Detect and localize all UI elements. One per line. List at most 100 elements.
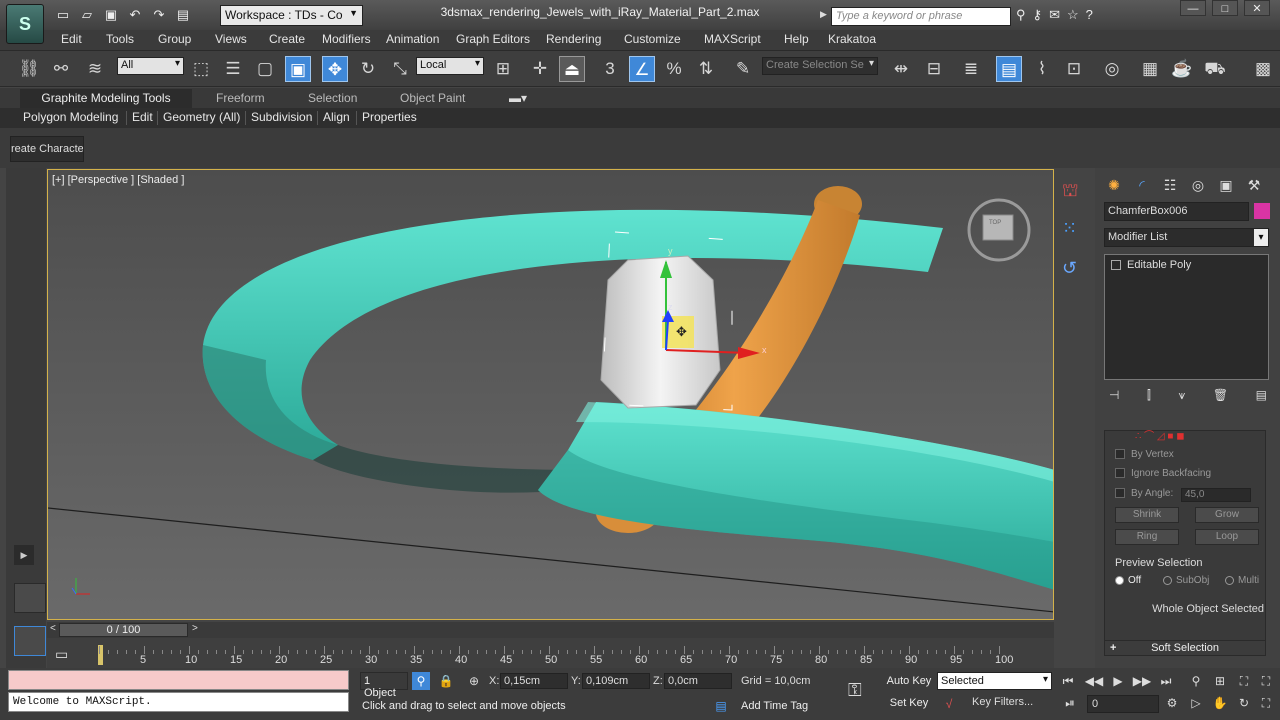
key-mode-toggle-icon[interactable]: ⏯ bbox=[1060, 696, 1080, 711]
create-character-button[interactable]: reate Characte bbox=[10, 136, 84, 162]
field-of-view-icon[interactable]: ▷ bbox=[1186, 696, 1206, 710]
y-coordinate-input[interactable]: 0,109cm bbox=[582, 673, 650, 689]
ribbon-options-icon[interactable]: ▬▾ bbox=[509, 91, 527, 105]
search-expand-icon[interactable]: ▶ bbox=[820, 9, 827, 20]
maximize-viewport-icon[interactable]: ⛶ bbox=[1256, 696, 1276, 711]
shrink-button[interactable]: Shrink bbox=[1115, 507, 1179, 523]
add-time-tag-button[interactable]: Add Time Tag bbox=[741, 700, 808, 712]
preview-subobj-radio[interactable]: SubObj bbox=[1163, 575, 1209, 586]
reference-coordinate-dropdown[interactable]: Local bbox=[416, 57, 484, 75]
make-unique-icon[interactable]: ⩛ bbox=[1178, 388, 1185, 403]
auto-key-button[interactable]: Auto Key bbox=[886, 672, 932, 690]
show-end-result-icon[interactable]: ⫿ bbox=[1147, 388, 1151, 403]
x-coordinate-input[interactable]: 0,15cm bbox=[500, 673, 568, 689]
link-icon[interactable]: ⛓ bbox=[16, 56, 42, 82]
menu-customize[interactable]: Customize bbox=[624, 32, 681, 46]
time-prev-arrow-icon[interactable]: < bbox=[50, 623, 56, 634]
bind-space-warp-icon[interactable]: ≋ bbox=[82, 56, 108, 82]
stack-item-editable-poly[interactable]: Editable Poly bbox=[1111, 259, 1191, 271]
track-bar-menu-icon[interactable]: ▭ bbox=[55, 646, 68, 663]
render-setup-icon[interactable]: ▦ bbox=[1137, 56, 1163, 82]
menu-tools[interactable]: Tools bbox=[106, 32, 134, 46]
by-vertex-checkbox[interactable]: By Vertex bbox=[1115, 449, 1174, 460]
key-icon[interactable]: ⚿ bbox=[848, 680, 862, 701]
panel-align[interactable]: Align bbox=[323, 110, 350, 124]
named-selection-dropdown[interactable]: Create Selection Se bbox=[762, 57, 878, 75]
favorites-star-icon[interactable]: ☆ bbox=[1067, 7, 1079, 23]
left-dock-slot-active[interactable] bbox=[14, 626, 46, 656]
minimize-icon[interactable]: — bbox=[1180, 0, 1206, 16]
unlink-icon[interactable]: ⚯ bbox=[48, 56, 74, 82]
ring-button[interactable]: Ring bbox=[1115, 529, 1179, 545]
rendered-frame-window-icon[interactable]: ☕ bbox=[1169, 56, 1195, 82]
window-crossing-icon[interactable]: ▣ bbox=[285, 56, 311, 82]
selection-lock-icon[interactable]: 🔒 bbox=[437, 672, 455, 690]
tab-selection[interactable]: Selection bbox=[308, 91, 357, 105]
refresh-icon[interactable]: ↺ bbox=[1062, 258, 1077, 279]
menu-create[interactable]: Create bbox=[269, 32, 305, 46]
set-key-button[interactable]: Set Key bbox=[886, 694, 932, 712]
subobject-level-icons[interactable]: ∴ ⌒ ◿ ■ ◼ bbox=[1135, 427, 1185, 442]
soft-selection-rollout[interactable]: + Soft Selection bbox=[1104, 640, 1266, 656]
menu-edit[interactable]: Edit bbox=[61, 32, 82, 46]
hierarchy-tab-icon[interactable]: ☷ bbox=[1159, 174, 1181, 196]
edit-named-selection-icon[interactable]: ✎ bbox=[730, 56, 756, 82]
viewport-expand-arrow-icon[interactable]: ▶ bbox=[14, 545, 34, 565]
previous-frame-icon[interactable]: ◀◀ bbox=[1084, 674, 1104, 688]
preview-off-radio[interactable]: Off bbox=[1115, 575, 1141, 586]
selection-filter-dropdown[interactable]: All bbox=[117, 57, 184, 75]
time-tag-icon[interactable]: ▤ bbox=[712, 697, 730, 715]
key-filters-button[interactable]: Key Filters... bbox=[972, 696, 1033, 708]
play-icon[interactable]: ▶ bbox=[1108, 674, 1128, 688]
zoom-extents-all-icon[interactable]: ⛶ bbox=[1256, 674, 1276, 689]
panel-edit[interactable]: Edit bbox=[132, 110, 153, 124]
curve-editor-icon[interactable]: ⌇ bbox=[1029, 56, 1055, 82]
select-and-rotate-icon[interactable]: ↻ bbox=[355, 56, 381, 82]
material-editor-icon[interactable]: ◎ bbox=[1099, 56, 1125, 82]
keyboard-shortcut-override-icon[interactable]: ⏏ bbox=[559, 56, 585, 82]
help-icon[interactable]: ? bbox=[1086, 7, 1093, 23]
loop-button[interactable]: Loop bbox=[1195, 529, 1259, 545]
binoculars-icon[interactable]: ⚲ bbox=[1016, 7, 1026, 23]
time-slider[interactable]: 0 / 100 bbox=[59, 623, 188, 637]
viewport-label[interactable]: [+] [Perspective ] [Shaded ] bbox=[52, 174, 184, 186]
select-and-move-icon[interactable]: ✥ bbox=[322, 56, 348, 82]
zoom-icon[interactable]: ⚲ bbox=[1186, 674, 1206, 688]
pivot-center-icon[interactable]: ⊞ bbox=[490, 56, 516, 82]
configure-modifier-sets-icon[interactable]: ▤ bbox=[1256, 388, 1267, 403]
menu-help[interactable]: Help bbox=[784, 32, 809, 46]
menu-graph-editors[interactable]: Graph Editors bbox=[456, 32, 530, 46]
left-dock-slot[interactable] bbox=[14, 583, 46, 613]
percent-snap-icon[interactable]: % bbox=[661, 56, 687, 82]
default-tangent-icon[interactable]: √ bbox=[940, 695, 958, 713]
menu-modifiers[interactable]: Modifiers bbox=[322, 32, 371, 46]
panel-polygon-modeling[interactable]: Polygon Modeling bbox=[23, 110, 118, 124]
search-input[interactable]: Type a keyword or phrase bbox=[831, 7, 1011, 26]
modify-tab-icon[interactable]: ◜ bbox=[1131, 174, 1153, 196]
mirror-icon[interactable]: ⇹ bbox=[888, 56, 914, 82]
select-object-icon[interactable]: ⬚ bbox=[188, 56, 214, 82]
menu-rendering[interactable]: Rendering bbox=[546, 32, 601, 46]
orbit-icon[interactable]: ↻ bbox=[1234, 696, 1254, 710]
object-name-field[interactable]: ChamferBox006 bbox=[1104, 202, 1249, 221]
align-icon[interactable]: ⊟ bbox=[921, 56, 947, 82]
render-production-icon[interactable]: ⛟ bbox=[1202, 56, 1228, 82]
menu-views[interactable]: Views bbox=[215, 32, 247, 46]
tab-freeform[interactable]: Freeform bbox=[216, 91, 265, 105]
by-angle-checkbox[interactable]: By Angle: bbox=[1115, 488, 1173, 499]
absolute-mode-icon[interactable]: ⊕ bbox=[465, 672, 483, 690]
snaps-toggle-icon[interactable]: 3 bbox=[597, 56, 623, 82]
key-mode-dropdown[interactable]: Selected bbox=[937, 672, 1052, 690]
go-to-end-icon[interactable]: ⏭ bbox=[1156, 674, 1176, 689]
time-configuration-icon[interactable]: ⚙ bbox=[1162, 696, 1182, 710]
menu-animation[interactable]: Animation bbox=[386, 32, 439, 46]
zoom-extents-icon[interactable]: ⛶ bbox=[1234, 674, 1254, 689]
preview-multi-radio[interactable]: Multi bbox=[1225, 575, 1259, 586]
remove-modifier-icon[interactable]: 🗑 bbox=[1213, 388, 1228, 403]
menu-krakatoa[interactable]: Krakatoa bbox=[828, 32, 876, 46]
select-and-scale-icon[interactable]: ⤡ bbox=[387, 56, 413, 82]
current-frame-input[interactable]: 0 bbox=[1087, 695, 1159, 713]
close-icon[interactable]: ✕ bbox=[1244, 0, 1270, 16]
app-logo-button[interactable]: S bbox=[6, 4, 44, 44]
subscription-icon[interactable]: ⚷ bbox=[1033, 7, 1043, 23]
